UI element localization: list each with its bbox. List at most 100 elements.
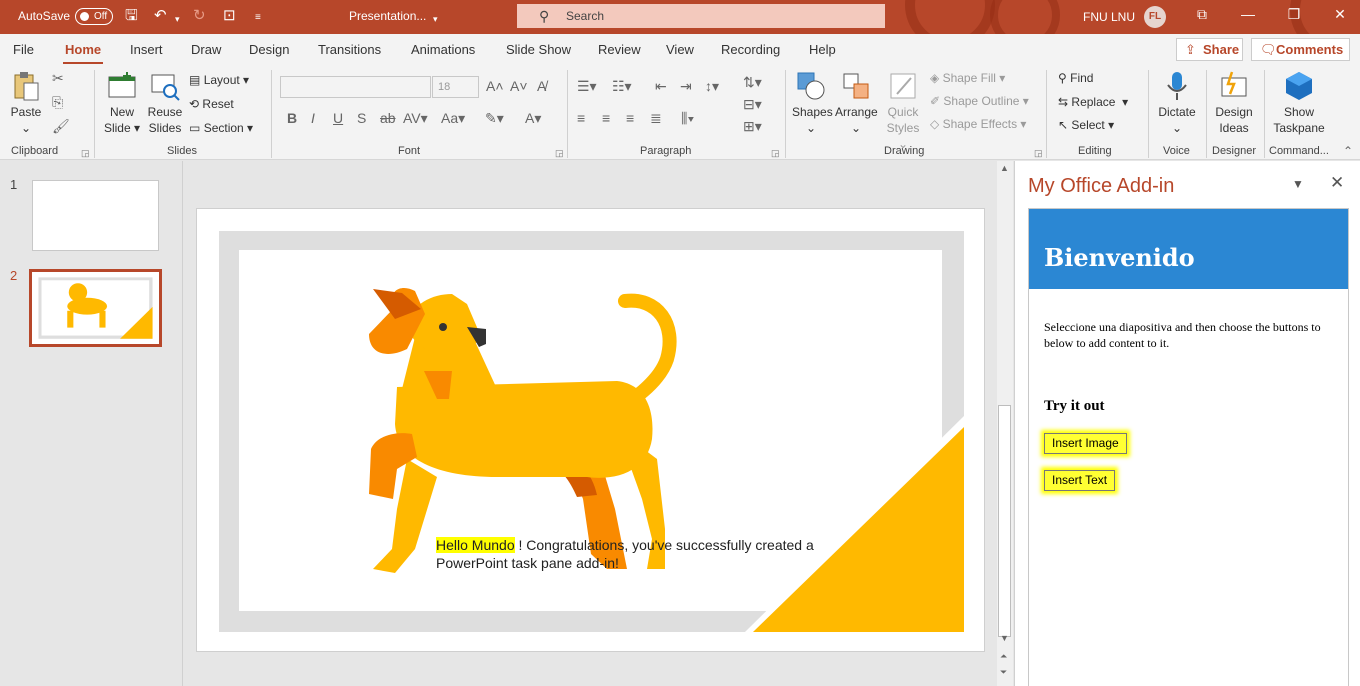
customize-qat-icon[interactable]: ≡: [255, 9, 261, 27]
design-ideas-button[interactable]: Design Ideas: [1212, 70, 1256, 136]
tab-insert[interactable]: Insert: [130, 42, 163, 57]
smartart-icon[interactable]: ⊞▾: [743, 118, 762, 135]
new-slide-button[interactable]: New Slide ▾: [102, 70, 142, 136]
italic-icon[interactable]: I: [311, 110, 315, 126]
avatar[interactable]: FL: [1144, 6, 1166, 28]
shapes-button[interactable]: Shapes ⌄: [792, 70, 833, 136]
paragraph-launcher-icon[interactable]: ◲: [771, 148, 780, 159]
tab-draw[interactable]: Draw: [191, 42, 221, 57]
align-right-icon[interactable]: ≡: [626, 110, 634, 126]
change-case-icon[interactable]: Aa▾: [441, 110, 465, 127]
present-icon[interactable]: ⊡: [223, 7, 236, 25]
font-size-combo[interactable]: 18: [432, 76, 479, 98]
insert-image-button[interactable]: Insert Image: [1044, 433, 1127, 454]
tab-home[interactable]: Home: [62, 42, 104, 65]
highlight-color-icon[interactable]: ✎▾: [485, 110, 504, 127]
reset-button[interactable]: ⟲ Reset: [189, 96, 234, 112]
insert-text-button[interactable]: Insert Text: [1044, 470, 1116, 491]
columns-icon[interactable]: ⫼▾: [681, 110, 694, 127]
show-taskpane-button[interactable]: Show Taskpane: [1270, 70, 1328, 136]
slide-canvas[interactable]: [196, 208, 985, 652]
shrink-font-icon[interactable]: A˅: [510, 78, 528, 94]
align-text-icon[interactable]: ⊟▾: [743, 96, 762, 113]
align-center-icon[interactable]: ≡: [602, 110, 610, 126]
tab-review[interactable]: Review: [598, 42, 641, 57]
save-icon[interactable]: 🖫: [125, 7, 138, 25]
scrollbar-thumb[interactable]: [998, 405, 1011, 637]
tab-file[interactable]: File: [13, 42, 34, 57]
scroll-up-icon[interactable]: ▲: [1000, 163, 1009, 173]
undo-icon[interactable]: ↶: [154, 7, 167, 25]
find-label: Find: [1070, 71, 1094, 85]
copy-icon[interactable]: ⎘: [52, 94, 63, 111]
bullets-icon[interactable]: ☰▾: [577, 78, 597, 95]
increase-indent-icon[interactable]: ⇥: [680, 78, 692, 95]
strikethrough-icon[interactable]: ab: [380, 110, 396, 126]
shape-effects-button[interactable]: ◇ Shape Effects ▾: [930, 116, 1026, 132]
dictate-button[interactable]: Dictate ⌄: [1156, 70, 1198, 136]
tab-view[interactable]: View: [666, 42, 694, 57]
shape-effects-icon: ◇: [930, 117, 940, 131]
shape-fill-button[interactable]: ◈ Shape Fill ▾: [930, 70, 1005, 86]
document-title[interactable]: Presentation...: [349, 9, 426, 23]
numbering-icon[interactable]: ☷▾: [612, 78, 632, 95]
shape-effects-label: Shape Effects: [942, 117, 1018, 131]
tab-design[interactable]: Design: [249, 42, 289, 57]
character-spacing-icon[interactable]: AV▾: [403, 110, 428, 127]
title-dropdown-icon[interactable]: ▾: [433, 10, 438, 28]
slide-text-box[interactable]: Hello Mundo ! Congratulations, you've su…: [436, 536, 856, 572]
format-painter-icon[interactable]: 🖌: [52, 118, 70, 135]
close-icon[interactable]: ✕: [1330, 6, 1350, 23]
task-pane-options-icon[interactable]: ▼: [1292, 177, 1304, 191]
align-left-icon[interactable]: ≡: [577, 110, 585, 126]
line-spacing-icon[interactable]: ↕▾: [705, 78, 719, 95]
cut-icon[interactable]: ✂: [52, 70, 64, 87]
minimize-icon[interactable]: —: [1238, 6, 1258, 22]
shape-outline-button[interactable]: ✐ Shape Outline ▾: [930, 93, 1029, 109]
clear-formatting-icon[interactable]: A̸: [537, 78, 546, 94]
find-button[interactable]: ⚲ Find: [1058, 70, 1093, 86]
paste-button[interactable]: Paste ⌄: [8, 70, 44, 136]
decrease-indent-icon[interactable]: ⇤: [655, 78, 667, 95]
clipboard-launcher-icon[interactable]: ◲: [81, 148, 90, 159]
slide-thumbnail-2[interactable]: [29, 269, 162, 347]
quick-styles-button[interactable]: Quick Styles ⌄: [882, 70, 924, 152]
drawing-launcher-icon[interactable]: ◲: [1034, 148, 1043, 159]
font-name-combo[interactable]: [280, 76, 431, 98]
search-box[interactable]: ⚲ Search: [517, 4, 885, 28]
text-direction-icon[interactable]: ⇅▾: [743, 74, 762, 91]
vertical-scrollbar[interactable]: ▲ ▼ ⏶ ⏷: [997, 161, 1013, 686]
select-button[interactable]: ↖ Select ▾: [1058, 117, 1114, 133]
layout-button[interactable]: ▤ Layout ▾: [189, 72, 249, 88]
grow-font-icon[interactable]: A˄: [486, 78, 504, 94]
reuse-slides-button[interactable]: Reuse Slides: [146, 70, 184, 136]
shapes-icon: [797, 72, 825, 100]
tab-recording[interactable]: Recording: [721, 42, 780, 57]
tab-transitions[interactable]: Transitions: [318, 42, 381, 57]
tab-help[interactable]: Help: [809, 42, 836, 57]
arrange-button[interactable]: Arrange ⌄: [835, 70, 878, 136]
autosave-toggle[interactable]: Off: [75, 8, 113, 25]
comments-button[interactable]: 🗨 Comments: [1251, 38, 1350, 61]
restore-icon[interactable]: ❐: [1284, 6, 1304, 23]
section-button[interactable]: ▭ Section ▾: [189, 120, 253, 136]
replace-button[interactable]: ⇆ Replace ▾: [1058, 94, 1128, 110]
slide-thumbnail-1[interactable]: [32, 180, 159, 251]
tab-animations[interactable]: Animations: [411, 42, 475, 57]
previous-slide-icon[interactable]: ⏶: [1000, 651, 1007, 662]
close-icon[interactable]: ✕: [1330, 173, 1344, 193]
share-button[interactable]: ⇪ Share: [1176, 38, 1243, 61]
scroll-down-icon[interactable]: ▼: [1000, 633, 1009, 643]
bold-icon[interactable]: B: [287, 110, 297, 126]
next-slide-icon[interactable]: ⏷: [1000, 667, 1007, 678]
user-name[interactable]: FNU LNU: [1083, 10, 1135, 24]
undo-dropdown-icon[interactable]: ▾: [175, 10, 180, 28]
collapse-ribbon-icon[interactable]: ⌃: [1343, 144, 1353, 158]
font-launcher-icon[interactable]: ◲: [555, 148, 564, 159]
shadow-icon[interactable]: S: [357, 110, 366, 126]
tab-slide-show[interactable]: Slide Show: [506, 42, 571, 57]
font-color-icon[interactable]: A▾: [525, 110, 541, 127]
justify-icon[interactable]: ≣: [650, 110, 662, 127]
ribbon-display-icon[interactable]: ⧉: [1192, 6, 1212, 23]
underline-icon[interactable]: U: [333, 110, 343, 126]
